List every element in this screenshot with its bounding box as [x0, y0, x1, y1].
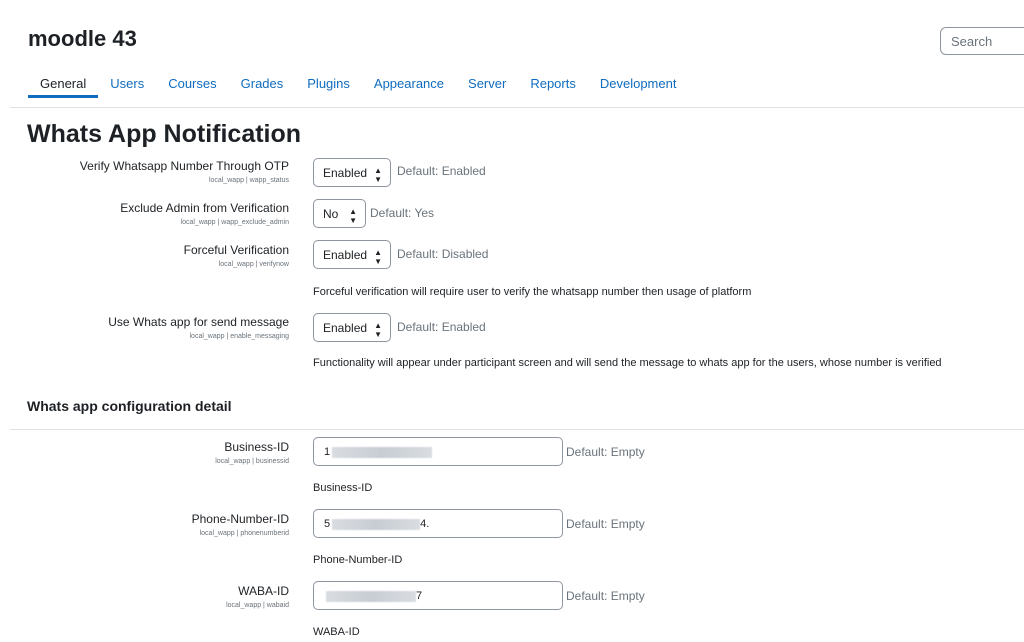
setting-key: local_wapp | enable_messaging: [189, 333, 290, 340]
select-value: No: [323, 207, 339, 221]
setting-label: WABA-ID local_wapp | wabaid: [226, 584, 289, 609]
setting-label-text: Use Whats app for send message: [108, 315, 289, 329]
phonenumberid-input[interactable]: 5 4.: [313, 509, 563, 538]
sort-caret-icon: ▲ ▼: [349, 207, 357, 225]
tab-server[interactable]: Server: [456, 68, 518, 98]
setting-key: local_wapp | phonenumberid: [199, 530, 289, 537]
redacted-value: [332, 518, 421, 530]
setting-label-text: Exclude Admin from Verification: [120, 201, 289, 215]
section-divider: [10, 429, 1024, 430]
setting-description: Phone-Number-ID: [313, 554, 403, 566]
setting-label: Phone-Number-ID local_wapp | phonenumber…: [192, 512, 289, 537]
default-value: Default: Empty: [566, 445, 645, 459]
setting-label-text: Forceful Verification: [183, 243, 289, 257]
setting-description: Business-ID: [313, 482, 373, 494]
setting-key: local_wapp | wapp_status: [208, 177, 289, 184]
input-value-start: 5: [324, 518, 331, 530]
default-value: Default: Empty: [566, 517, 645, 531]
tab-plugins[interactable]: Plugins: [295, 68, 362, 98]
enable-messaging-select[interactable]: Enabled ▲ ▼: [313, 313, 391, 342]
setting-key: local_wapp | wapp_exclude_admin: [180, 219, 289, 226]
page-title: Whats App Notification: [27, 120, 302, 148]
section-title: Whats app configuration detail: [27, 398, 232, 414]
default-value: Default: Yes: [370, 206, 435, 220]
setting-key: local_wapp | verifynow: [218, 261, 289, 268]
default-value: Default: Enabled: [397, 320, 486, 334]
setting-description: Forceful verification will require user …: [313, 286, 752, 298]
tab-general[interactable]: General: [28, 68, 99, 98]
setting-description: WABA-ID: [313, 626, 360, 638]
businessid-input[interactable]: 1: [313, 437, 563, 466]
setting-key: local_wapp | businessid: [215, 458, 289, 465]
wabaid-input[interactable]: 7: [313, 581, 563, 610]
default-value: Default: Disabled: [397, 247, 489, 261]
select-value: Enabled: [323, 321, 368, 335]
sort-caret-icon: ▲ ▼: [374, 321, 382, 339]
default-value: Default: Empty: [566, 589, 645, 603]
wapp-status-select[interactable]: Enabled ▲ ▼: [313, 158, 391, 187]
tab-courses[interactable]: Courses: [156, 68, 228, 98]
input-value-end: 7: [416, 590, 423, 602]
sort-caret-icon: ▲ ▼: [374, 248, 382, 266]
tab-grades[interactable]: Grades: [229, 68, 296, 98]
tab-users[interactable]: Users: [98, 68, 156, 98]
redacted-value: [332, 446, 433, 458]
tab-reports[interactable]: Reports: [518, 68, 588, 98]
setting-label: Business-ID local_wapp | businessid: [215, 440, 289, 465]
setting-label-text: WABA-ID: [238, 584, 289, 598]
input-value-end: 4.: [420, 518, 430, 530]
tabs-divider: [10, 107, 1024, 108]
admin-tabs: General Users Courses Grades Plugins App…: [28, 68, 688, 106]
default-value: Default: Enabled: [397, 164, 486, 178]
setting-description: Functionality will appear under particip…: [313, 357, 942, 369]
select-value: Enabled: [323, 248, 368, 262]
setting-label-text: Verify Whatsapp Number Through OTP: [79, 159, 289, 173]
input-value-start: 1: [324, 446, 331, 458]
site-title: moodle 43: [28, 26, 137, 51]
setting-label: Forceful Verification local_wapp | verif…: [184, 243, 289, 268]
tab-appearance[interactable]: Appearance: [362, 68, 456, 98]
redacted-value: [326, 590, 416, 602]
setting-label: Verify Whatsapp Number Through OTP local…: [80, 159, 289, 184]
setting-label-text: Business-ID: [224, 440, 289, 454]
search-input[interactable]: [940, 27, 1024, 55]
verifynow-select[interactable]: Enabled ▲ ▼: [313, 240, 391, 269]
exclude-admin-select[interactable]: No ▲ ▼: [313, 199, 366, 228]
tab-development[interactable]: Development: [588, 68, 689, 98]
setting-label-text: Phone-Number-ID: [191, 512, 289, 526]
setting-label: Exclude Admin from Verification local_wa…: [120, 201, 289, 226]
setting-label: Use Whats app for send message local_wap…: [108, 315, 289, 340]
sort-caret-icon: ▲ ▼: [374, 166, 382, 184]
setting-key: local_wapp | wabaid: [226, 602, 289, 609]
select-value: Enabled: [323, 166, 368, 180]
